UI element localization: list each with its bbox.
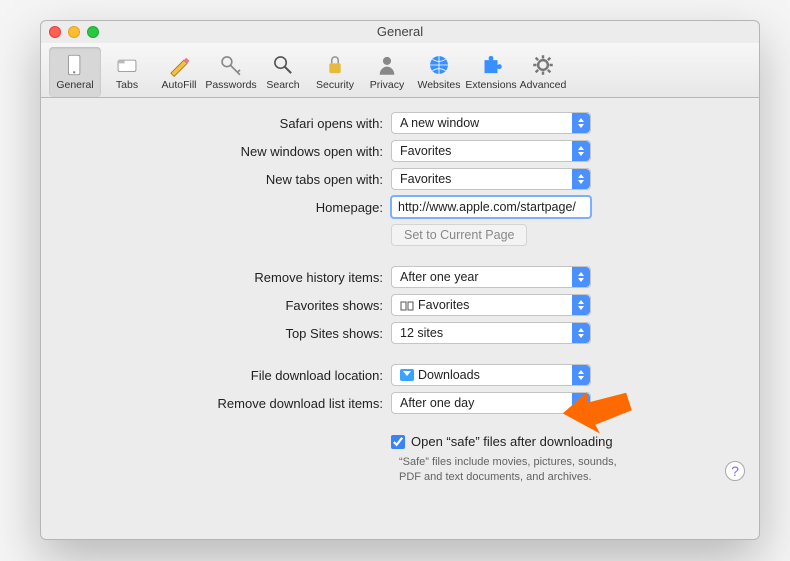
select-value: After one year [400,270,479,284]
select-value: A new window [400,116,479,130]
label-new-windows: New windows open with: [61,144,391,159]
chevron-updown-icon [572,393,590,413]
remove-history-select[interactable]: After one year [391,266,591,288]
window-controls [49,26,99,38]
puzzle-icon [477,51,505,79]
select-value: Downloads [418,368,480,382]
tab-passwords[interactable]: Passwords [205,47,257,97]
homepage-field[interactable] [391,196,591,218]
top-sites-select[interactable]: 12 sites [391,322,591,344]
tab-label: Websites [418,79,461,91]
open-safe-input[interactable] [391,435,405,449]
select-value: After one day [400,396,474,410]
favorites-shows-select[interactable]: Favorites [391,294,591,316]
minimize-button[interactable] [68,26,80,38]
book-icon [400,300,414,310]
tab-websites[interactable]: Websites [413,47,465,97]
tab-privacy[interactable]: Privacy [361,47,413,97]
select-value: Favorites [418,298,469,312]
search-icon [269,51,297,79]
checkbox-label: Open “safe” files after downloading [411,434,613,449]
tab-tabs[interactable]: Tabs [101,47,153,97]
tab-label: Tabs [116,79,138,91]
tab-label: Extensions [465,79,516,91]
tab-autofill[interactable]: AutoFill [153,47,205,97]
preferences-toolbar: General Tabs AutoFill Passwords Search S… [41,43,759,98]
new-windows-select[interactable]: Favorites [391,140,591,162]
general-icon [61,51,89,79]
select-value: Favorites [400,144,451,158]
tab-general[interactable]: General [49,47,101,97]
new-tabs-select[interactable]: Favorites [391,168,591,190]
chevron-updown-icon [572,141,590,161]
chevron-updown-icon [572,295,590,315]
chevron-updown-icon [572,169,590,189]
tabs-icon [113,51,141,79]
select-value: Favorites [400,172,451,186]
gear-icon [529,51,557,79]
label-remove-downloads: Remove download list items: [61,396,391,411]
chevron-updown-icon [572,365,590,385]
label-favorites-shows: Favorites shows: [61,298,391,313]
chevron-updown-icon [572,113,590,133]
chevron-updown-icon [572,267,590,287]
tab-search[interactable]: Search [257,47,309,97]
tab-label: Security [316,79,354,91]
label-safari-opens: Safari opens with: [61,116,391,131]
tab-label: General [56,79,93,91]
chevron-updown-icon [572,323,590,343]
titlebar: General [41,21,759,43]
zoom-button[interactable] [87,26,99,38]
label-homepage: Homepage: [61,200,391,215]
key-icon [217,51,245,79]
select-value: 12 sites [400,326,443,340]
help-button[interactable]: ? [725,461,745,481]
download-location-select[interactable]: Downloads [391,364,591,386]
autofill-icon [165,51,193,79]
tab-security[interactable]: Security [309,47,361,97]
label-top-sites: Top Sites shows: [61,326,391,341]
label-new-tabs: New tabs open with: [61,172,391,187]
preferences-window: General General Tabs AutoFill Passwords … [40,20,760,540]
remove-downloads-select[interactable]: After one day [391,392,591,414]
tab-label: Advanced [520,79,567,91]
tab-advanced[interactable]: Advanced [517,47,569,97]
open-safe-checkbox[interactable]: Open “safe” files after downloading [391,434,613,449]
tab-label: Privacy [370,79,404,91]
set-current-page-button[interactable]: Set to Current Page [391,224,527,246]
tab-label: Passwords [205,79,256,91]
label-download-location: File download location: [61,368,391,383]
general-pane: Safari opens with: A new window New wind… [41,98,759,495]
safe-files-hint: “Safe” files include movies, pictures, s… [399,455,629,485]
tab-extensions[interactable]: Extensions [465,47,517,97]
tab-label: AutoFill [161,79,196,91]
globe-icon [425,51,453,79]
downloads-folder-icon [400,369,414,381]
label-remove-history: Remove history items: [61,270,391,285]
privacy-icon [373,51,401,79]
safari-opens-select[interactable]: A new window [391,112,591,134]
window-title: General [41,21,759,43]
close-button[interactable] [49,26,61,38]
tab-label: Search [266,79,299,91]
lock-icon [321,51,349,79]
